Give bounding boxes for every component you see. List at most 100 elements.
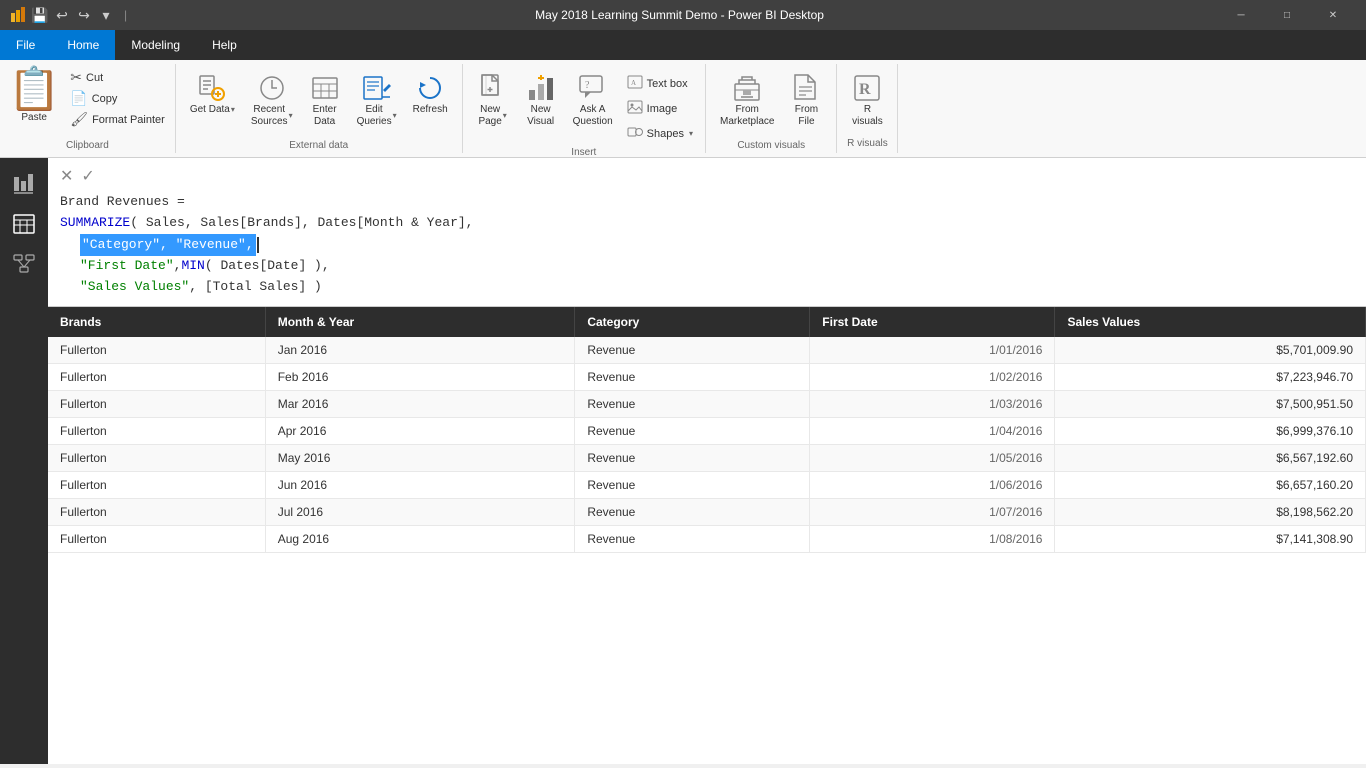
app-icon [10,7,26,23]
content-area: ✕ ✓ Brand Revenues = SUMMARIZE( Sales, S… [48,158,1366,764]
insert-group: NewPage▾ NewVisual ? [463,64,706,153]
cell-sales-values: $7,223,946.70 [1055,363,1366,390]
clipboard-group: 📋 Paste ✂ Cut 📄 Copy 🖌 Format Painter Cl… [0,64,176,153]
cell-sales-values: $7,141,308.90 [1055,525,1366,552]
menu-modeling[interactable]: Modeling [115,30,196,60]
maximize-button[interactable]: □ [1264,0,1310,30]
shapes-label: Shapes [647,128,684,140]
cell-brand: Fullerton [48,444,265,471]
title-bar: 💾 ↩ ↪ ▾ | May 2018 Learning Summit Demo … [0,0,1366,30]
ask-question-button[interactable]: ? Ask AQuestion [567,68,619,132]
save-icon[interactable]: 💾 [32,7,48,23]
cell-first-date: 1/06/2016 [810,471,1055,498]
customize-icon[interactable]: ▾ [98,7,114,23]
cell-first-date: 1/04/2016 [810,417,1055,444]
formula-line-2: SUMMARIZE( Sales, Sales[Brands], Dates[M… [60,213,1354,234]
data-view-icon[interactable] [6,206,42,242]
table-row: Fullerton Aug 2016 Revenue 1/08/2016 $7,… [48,525,1366,552]
window-title: May 2018 Learning Summit Demo - Power BI… [141,8,1218,22]
paste-button[interactable]: 📋 Paste [8,68,60,123]
new-page-button[interactable]: NewPage▾ [471,68,515,132]
cell-brand: Fullerton [48,390,265,417]
copy-button[interactable]: 📄 Copy [68,89,167,108]
minimize-button[interactable]: ─ [1218,0,1264,30]
svg-text:R: R [859,81,871,98]
cell-first-date: 1/05/2016 [810,444,1055,471]
cell-first-date: 1/02/2016 [810,363,1055,390]
model-view-icon[interactable] [6,246,42,282]
menu-home[interactable]: Home [51,30,115,60]
cell-first-date: 1/01/2016 [810,337,1055,364]
custom-visuals-label: Custom visuals [714,140,828,151]
text-box-button[interactable]: A Text box [623,72,697,95]
cut-button[interactable]: ✂ Cut [68,68,167,87]
col-brands: Brands [48,307,265,337]
col-month-year: Month & Year [265,307,575,337]
report-view-icon[interactable] [6,166,42,202]
cell-brand: Fullerton [48,525,265,552]
text-cursor [257,237,259,253]
formula-line-1: Brand Revenues = [60,192,1354,213]
edit-queries-button[interactable]: EditQueries ▾ [351,68,403,132]
cell-category: Revenue [575,390,810,417]
svg-text:?: ? [585,80,590,91]
image-button[interactable]: Image [623,97,697,120]
formula-line-5: "Sales Values", [Total Sales] ) [60,277,1354,298]
data-table: Brands Month & Year Category First Date … [48,307,1366,553]
svg-text:A: A [631,79,636,87]
r-scripts-button[interactable]: R Rvisuals [845,68,889,132]
enter-data-button[interactable]: EnterData [303,68,347,132]
cell-first-date: 1/03/2016 [810,390,1055,417]
cell-month-year: Jun 2016 [265,471,575,498]
cell-sales-values: $6,999,376.10 [1055,417,1366,444]
refresh-button[interactable]: Refresh [407,68,454,120]
cell-sales-values: $8,198,562.20 [1055,498,1366,525]
table-row: Fullerton Jun 2016 Revenue 1/06/2016 $6,… [48,471,1366,498]
cell-sales-values: $6,657,160.20 [1055,471,1366,498]
custom-visuals-group: FromMarketplace FromFile Custom visuals [706,64,837,153]
cell-brand: Fullerton [48,363,265,390]
formula-editor[interactable]: Brand Revenues = SUMMARIZE( Sales, Sales… [60,192,1354,298]
cell-category: Revenue [575,337,810,364]
text-box-label: Text box [647,78,688,90]
get-data-button[interactable]: Get Data ▾ [184,68,241,120]
cell-month-year: May 2016 [265,444,575,471]
cell-sales-values: $7,500,951.50 [1055,390,1366,417]
menu-bar: File Home Modeling Help [0,30,1366,60]
cell-month-year: Mar 2016 [265,390,575,417]
formula-cancel-button[interactable]: ✕ [60,166,73,186]
format-painter-button[interactable]: 🖌 Format Painter [68,110,167,129]
cell-month-year: Jan 2016 [265,337,575,364]
cell-category: Revenue [575,498,810,525]
external-data-group: Get Data ▾ RecentSources ▾ [176,64,463,153]
table-row: Fullerton Mar 2016 Revenue 1/03/2016 $7,… [48,390,1366,417]
cell-category: Revenue [575,417,810,444]
cell-brand: Fullerton [48,498,265,525]
menu-file[interactable]: File [0,30,51,60]
cell-sales-values: $5,701,009.90 [1055,337,1366,364]
undo-icon[interactable]: ↩ [54,7,70,23]
cell-brand: Fullerton [48,471,265,498]
new-visual-button[interactable]: NewVisual [519,68,563,132]
formula-confirm-button[interactable]: ✓ [81,166,94,186]
col-category: Category [575,307,810,337]
cell-month-year: Apr 2016 [265,417,575,444]
ribbon: 📋 Paste ✂ Cut 📄 Copy 🖌 Format Painter Cl… [0,60,1366,158]
insert-label: Insert [471,147,697,158]
cell-category: Revenue [575,471,810,498]
recent-sources-button[interactable]: RecentSources ▾ [245,68,299,132]
formula-bar: ✕ ✓ Brand Revenues = SUMMARIZE( Sales, S… [48,158,1366,307]
cell-first-date: 1/07/2016 [810,498,1055,525]
from-file-button[interactable]: FromFile [784,68,828,132]
from-marketplace-button[interactable]: FromMarketplace [714,68,780,132]
shapes-button[interactable]: Shapes ▾ [623,122,697,145]
image-label: Image [647,103,678,115]
clipboard-label: Clipboard [8,140,167,151]
table-row: Fullerton Feb 2016 Revenue 1/02/2016 $7,… [48,363,1366,390]
cell-brand: Fullerton [48,337,265,364]
close-button[interactable]: ✕ [1310,0,1356,30]
redo-icon[interactable]: ↪ [76,7,92,23]
col-sales-values: Sales Values [1055,307,1366,337]
table-header-row: Brands Month & Year Category First Date … [48,307,1366,337]
menu-help[interactable]: Help [196,30,253,60]
